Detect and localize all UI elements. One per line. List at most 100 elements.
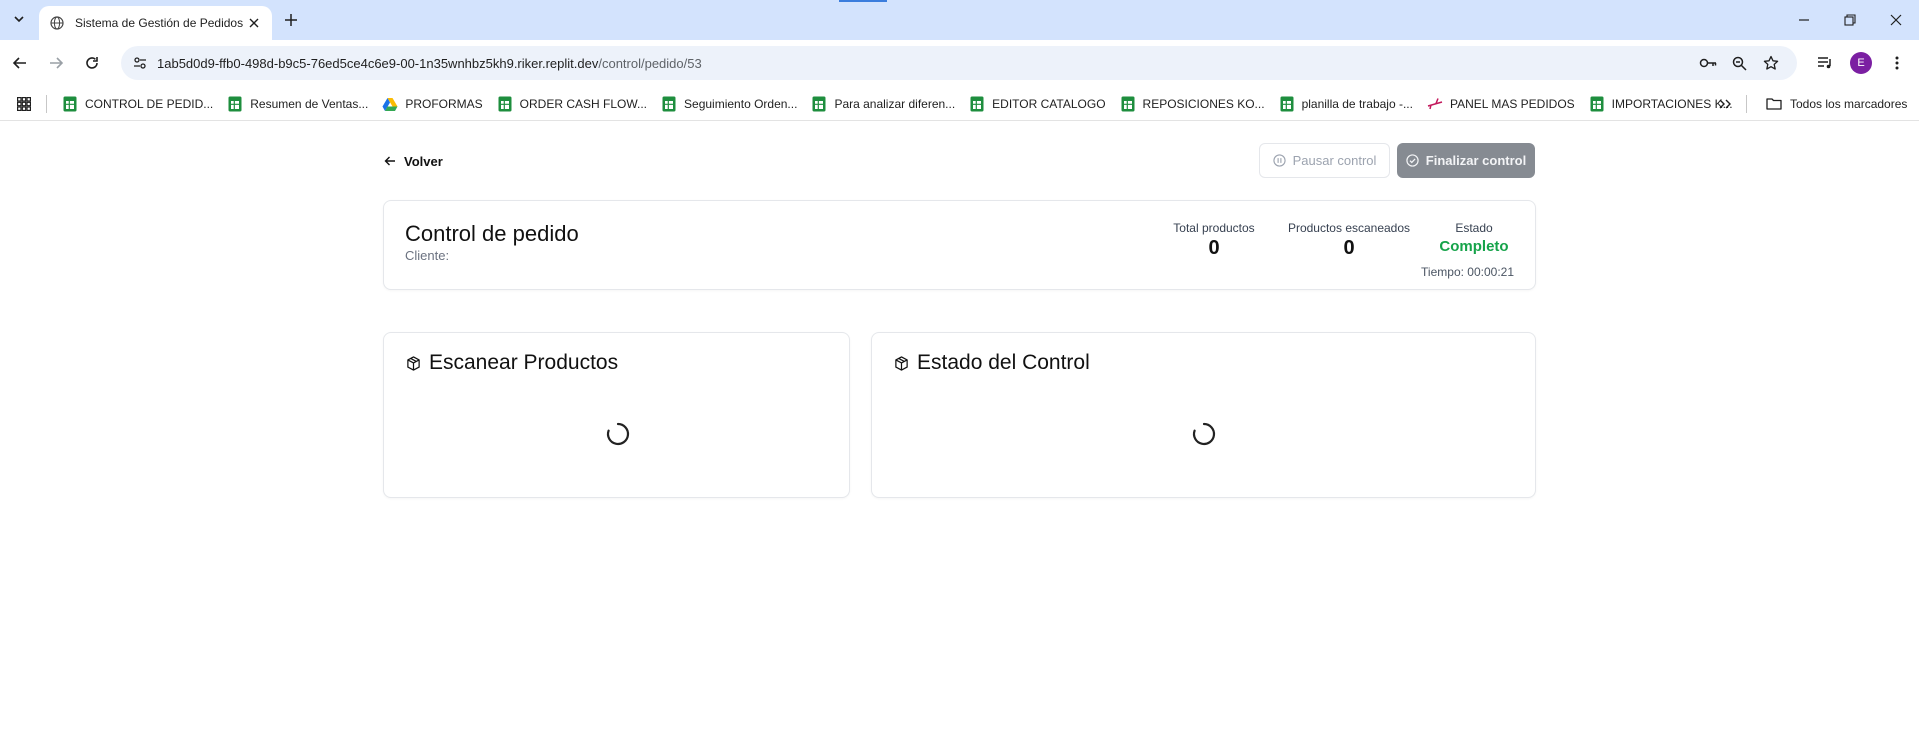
bookmark-label: REPOSICIONES KO... bbox=[1142, 96, 1265, 111]
bookmark-label: planilla de trabajo -... bbox=[1301, 96, 1413, 111]
close-tab-icon[interactable] bbox=[246, 15, 262, 31]
status-label: Estado bbox=[1455, 221, 1493, 235]
close-window-button[interactable] bbox=[1884, 8, 1908, 32]
bookmark-item[interactable]: planilla de trabajo -... bbox=[1279, 96, 1413, 112]
sheets-icon bbox=[497, 96, 513, 112]
tab-strip: Sistema de Gestión de Pedidos bbox=[0, 0, 1919, 40]
new-tab-button[interactable] bbox=[281, 10, 301, 30]
sheets-icon bbox=[661, 96, 677, 112]
plane-icon bbox=[1427, 96, 1443, 112]
scan-panel-title: Escanear Productos bbox=[429, 351, 619, 374]
sheets-icon bbox=[1120, 96, 1136, 112]
bookmark-item[interactable]: CONTROL DE PEDID... bbox=[62, 96, 213, 112]
address-bar[interactable]: 1ab5d0d9-ffb0-498d-b9c5-76ed5ce4c6e9-00-… bbox=[121, 46, 1797, 80]
pause-control-button[interactable]: Pausar control bbox=[1259, 143, 1390, 178]
state-panel-title: Estado del Control bbox=[917, 351, 1090, 374]
total-products-label: Total productos bbox=[1173, 221, 1255, 235]
forward-nav-button[interactable] bbox=[45, 52, 67, 74]
state-panel-header: Estado del Control bbox=[893, 351, 1090, 375]
media-control-button[interactable] bbox=[1814, 52, 1836, 74]
bookmark-label: PANEL MAS PEDIDOS bbox=[1449, 96, 1575, 111]
reload-button[interactable] bbox=[81, 52, 103, 74]
status-stat: Estado Completo bbox=[1434, 221, 1514, 255]
back-nav-button[interactable] bbox=[9, 52, 31, 74]
all-bookmarks-label: Todos los marcadores bbox=[1790, 96, 1908, 111]
browser-menu-button[interactable] bbox=[1886, 52, 1908, 74]
drive-icon bbox=[382, 96, 398, 112]
sheets-icon bbox=[969, 96, 985, 112]
restore-button[interactable] bbox=[1838, 8, 1862, 32]
url-path: /control/pedido/53 bbox=[598, 56, 702, 71]
page-title: Control de pedido bbox=[405, 221, 579, 246]
bookmark-item[interactable]: Seguimiento Orden... bbox=[661, 96, 797, 112]
pause-label: Pausar control bbox=[1292, 153, 1377, 168]
bookmark-item[interactable]: PROFORMAS bbox=[382, 96, 483, 112]
active-tab[interactable]: Sistema de Gestión de Pedidos bbox=[39, 6, 272, 40]
restore-icon bbox=[1844, 14, 1856, 26]
apps-grid-icon[interactable] bbox=[15, 95, 33, 113]
bookmark-label: Para analizar diferen... bbox=[834, 96, 956, 111]
tab-search-button[interactable] bbox=[8, 8, 30, 30]
package-icon bbox=[893, 355, 909, 371]
url-host: 1ab5d0d9-ffb0-498d-b9c5-76ed5ce4c6e9-00-… bbox=[157, 56, 599, 71]
finish-control-button[interactable]: Finalizar control bbox=[1397, 143, 1535, 178]
queue-music-icon bbox=[1818, 57, 1831, 69]
scanned-products-label: Productos escaneados bbox=[1287, 221, 1411, 235]
plus-icon bbox=[285, 14, 297, 26]
key-icon[interactable] bbox=[1699, 54, 1717, 72]
status-badge: Completo bbox=[1439, 238, 1509, 255]
browser-toolbar: 1ab5d0d9-ffb0-498d-b9c5-76ed5ce4c6e9-00-… bbox=[0, 40, 1919, 87]
bookmark-item[interactable]: ORDER CASH FLOW... bbox=[497, 96, 647, 112]
bookmark-label: CONTROL DE PEDID... bbox=[85, 96, 214, 111]
bookmark-label: IMPORTACIONES K... bbox=[1611, 96, 1733, 111]
bookmark-list: CONTROL DE PEDID... Resumen de Ventas... P… bbox=[62, 87, 1747, 120]
back-link[interactable]: Volver bbox=[384, 151, 443, 171]
site-settings-icon[interactable] bbox=[132, 55, 148, 71]
zoom-icon[interactable] bbox=[1730, 54, 1748, 72]
bookmark-item[interactable]: REPOSICIONES KO... bbox=[1120, 96, 1265, 112]
bookmark-label: ORDER CASH FLOW... bbox=[519, 96, 648, 111]
back-label: Volver bbox=[404, 153, 443, 169]
page-content: Volver Pausar control Finalizar control … bbox=[0, 121, 1919, 754]
bookmark-item[interactable]: Resumen de Ventas... bbox=[227, 96, 368, 112]
url-text: 1ab5d0d9-ffb0-498d-b9c5-76ed5ce4c6e9-00-… bbox=[157, 56, 702, 71]
bookmark-item[interactable]: EDITOR CATALOGO bbox=[969, 96, 1106, 112]
sheets-icon bbox=[811, 96, 827, 112]
elapsed-time: Tiempo: 00:00:21 bbox=[1421, 265, 1514, 279]
bookmark-star-icon[interactable] bbox=[1762, 54, 1780, 72]
folder-icon bbox=[1766, 98, 1782, 110]
minimize-icon bbox=[1799, 19, 1809, 21]
bookmark-item[interactable]: IMPORTACIONES K... bbox=[1589, 96, 1733, 112]
bookmarks-separator-2 bbox=[1746, 95, 1747, 113]
arrow-left-icon bbox=[12, 57, 26, 69]
package-icon bbox=[405, 355, 421, 371]
sheets-icon bbox=[1589, 96, 1605, 112]
bookmark-label: PROFORMAS bbox=[405, 96, 483, 111]
total-products-value: 0 bbox=[1208, 237, 1220, 259]
all-bookmarks-folder[interactable]: Todos los marcadores bbox=[1766, 87, 1907, 120]
scan-products-panel: Escanear Productos bbox=[383, 332, 850, 498]
pause-circle-icon bbox=[1273, 154, 1287, 168]
scanned-products-stat: Productos escaneados 0 bbox=[1279, 221, 1419, 260]
minimize-button[interactable] bbox=[1792, 8, 1816, 32]
sheets-icon bbox=[227, 96, 243, 112]
client-label: Cliente: bbox=[405, 248, 450, 263]
globe-icon bbox=[49, 15, 65, 31]
loading-spinner-icon bbox=[1192, 422, 1216, 446]
tab-title: Sistema de Gestión de Pedidos bbox=[75, 16, 244, 30]
reload-icon bbox=[86, 57, 98, 69]
order-summary-card: Control de pedido Cliente: Total product… bbox=[383, 200, 1536, 290]
bookmarks-bar: CONTROL DE PEDID... Resumen de Ventas... P… bbox=[0, 87, 1919, 121]
bookmark-label: Seguimiento Orden... bbox=[684, 96, 798, 111]
sheets-icon bbox=[62, 96, 78, 112]
sheets-icon bbox=[1279, 96, 1295, 112]
control-status-panel: Estado del Control bbox=[871, 332, 1536, 498]
bookmark-item[interactable]: Para analizar diferen... bbox=[811, 96, 955, 112]
more-bookmarks-icon[interactable] bbox=[1716, 96, 1734, 112]
arrow-left-icon bbox=[384, 154, 398, 168]
bookmark-item[interactable]: PANEL MAS PEDIDOS bbox=[1427, 96, 1575, 112]
chevron-down-icon bbox=[14, 16, 24, 23]
profile-avatar[interactable]: E bbox=[1850, 52, 1872, 74]
loading-spinner-icon bbox=[606, 422, 630, 446]
check-circle-icon bbox=[1406, 154, 1420, 168]
